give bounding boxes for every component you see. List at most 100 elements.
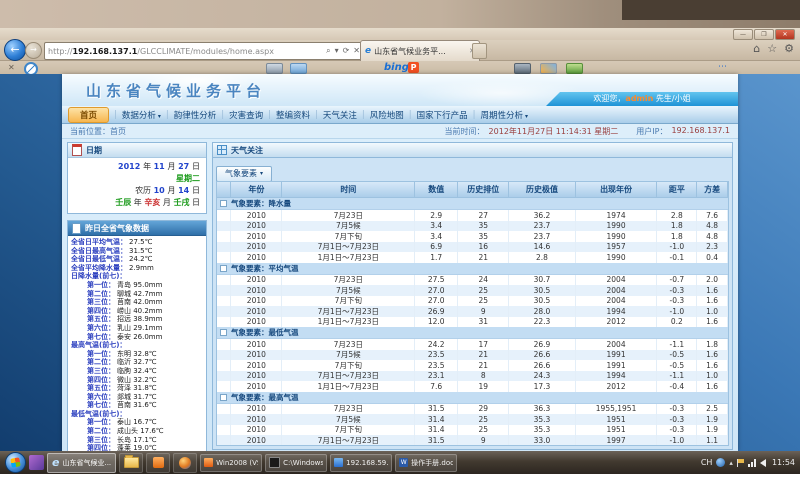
back-button[interactable]: ← (4, 39, 26, 61)
taskbar-app2-button[interactable] (146, 453, 170, 473)
nav-separator: | (315, 110, 318, 120)
favorites-star-icon[interactable]: ☆ (767, 42, 777, 55)
table-row[interactable]: 20101月1日～7月23日7.61917.32012-0.41.6 (217, 381, 728, 392)
address-bar[interactable]: http://192.168.137.1/GLCCLIMATE/modules/… (44, 42, 364, 60)
taskbar-explorer-button[interactable] (119, 453, 143, 473)
addon-send-icon[interactable] (290, 63, 307, 74)
table-row[interactable]: 20101月1日～7月23日1.7212.81990-0.10.4 (217, 252, 728, 263)
tab-title: 山东省气候业务平... (374, 46, 446, 57)
taskbar-app-icon[interactable] (29, 455, 44, 470)
nav-item-7[interactable]: 国家下行产品 (417, 109, 468, 121)
addon-extension-icon[interactable] (566, 63, 583, 74)
nav-item-0[interactable]: 首页 (68, 107, 109, 123)
hidden-icons-arrow[interactable]: ▴ (729, 459, 733, 467)
expand-checkbox[interactable] (220, 394, 227, 401)
chevron-down-icon[interactable]: ▾ (335, 46, 339, 56)
table-row[interactable]: 20107月下旬23.52126.61991-0.51.6 (217, 360, 728, 371)
table-row[interactable]: 20107月5候31.42535.31951-0.31.9 (217, 414, 728, 425)
table-cell: 1991 (576, 350, 658, 361)
nav-item-3[interactable]: 灾害查询 (229, 109, 263, 121)
more-addons-icon[interactable]: ⋯ (718, 61, 728, 74)
table-cell: 14.6 (509, 242, 575, 253)
table-row[interactable]: 20101月1日～7月23日12.03122.320120.21.6 (217, 317, 728, 328)
browser-tab[interactable]: e 山东省气候业务平... ✕ (360, 40, 480, 61)
table-cell: 25 (458, 296, 509, 307)
nav-separator: | (114, 110, 117, 120)
new-tab-button[interactable] (472, 43, 487, 59)
table-cell: -0.1 (657, 252, 697, 263)
volume-icon[interactable] (760, 459, 766, 467)
taskbar-window-2[interactable]: 192.168.59.99... (330, 454, 392, 472)
bing-pinyin-icon[interactable]: P (408, 62, 419, 73)
taskbar-clock[interactable]: 11:54 (772, 458, 795, 467)
close-button[interactable]: ✕ (775, 29, 795, 40)
taskbar-ie-window[interactable]: e 山东省气候业... (47, 453, 116, 473)
table-cell: 33.0 (509, 435, 575, 446)
table-cell: 6.9 (415, 242, 458, 253)
gear-icon[interactable]: ⚙ (784, 42, 794, 55)
search-icon[interactable]: ⌕ (326, 46, 330, 56)
weather-line: 第六位：郯城 31.7℃ (71, 393, 203, 402)
taskbar-mediaplayer-button[interactable] (173, 453, 197, 473)
table-row[interactable]: 20107月下旬3.43523.719901.84.8 (217, 231, 728, 242)
table-row[interactable]: 20107月下旬31.42535.31951-0.31.9 (217, 425, 728, 436)
table-cell: 7月1日～7月23日 (282, 242, 415, 253)
taskbar-window-0[interactable]: Win2008 (VS2... (200, 454, 262, 472)
table-group-row[interactable]: 气象要素：平均气温 (217, 263, 728, 275)
forward-button[interactable]: → (25, 42, 42, 59)
table-row[interactable]: 20107月1日～7月23日23.1824.31994-1.11.0 (217, 371, 728, 382)
network-icon[interactable] (748, 459, 756, 467)
maximize-button[interactable]: ❐ (754, 29, 774, 40)
addon-camera-icon[interactable] (514, 63, 531, 74)
table-row[interactable]: 20107月下旬27.02530.52004-0.31.6 (217, 296, 728, 307)
table-row[interactable]: 20107月5候27.02530.52004-0.31.6 (217, 285, 728, 296)
addon-card-icon[interactable] (266, 63, 283, 74)
time-value: 2012年11月27日 11:14:31 星期二 (489, 126, 619, 137)
table-row[interactable]: 20107月1日～7月23日31.5933.01997-1.01.1 (217, 435, 728, 446)
ie-window-title: 山东省气候业... (62, 458, 111, 468)
expand-checkbox[interactable] (220, 329, 227, 336)
table-row[interactable]: 20107月5候23.52126.61991-0.51.6 (217, 350, 728, 361)
table-row[interactable]: 20107月23日2.92736.219742.87.6 (217, 210, 728, 221)
table-row[interactable]: 20107月1日～7月23日6.91614.61957-1.02.3 (217, 242, 728, 253)
url-path: /GLCCLIMATE/modules/home.aspx (137, 47, 274, 56)
table-row[interactable]: 20107月23日27.52430.72004-0.72.0 (217, 275, 728, 286)
action-center-flag-icon[interactable] (737, 459, 744, 467)
nav-item-2[interactable]: 韵律性分析 (174, 109, 217, 121)
table-row[interactable]: 20107月1日～7月23日26.9928.01994-1.01.0 (217, 306, 728, 317)
taskbar-window-3[interactable]: W操作手册.docx ... (395, 454, 457, 472)
weather-line: 第二位：聊城 42.7mm (71, 290, 203, 299)
commandbar-close-icon[interactable]: ✕ (8, 61, 15, 74)
stop-icon[interactable]: ✕ (353, 46, 360, 56)
table-group-row[interactable]: 气象要素：最低气温 (217, 327, 728, 339)
table-row[interactable]: 20107月23日31.52936.31955,1951-0.32.5 (217, 404, 728, 415)
minimize-button[interactable]: — (733, 29, 753, 40)
nav-item-1[interactable]: 数据分析 ▾ (122, 109, 161, 121)
nav-item-4[interactable]: 整编资料 (276, 109, 310, 121)
bing-logo[interactable]: bing (384, 61, 409, 74)
table-cell: 2010 (231, 306, 282, 317)
start-button[interactable] (5, 452, 26, 473)
taskbar-window-1[interactable]: C:\Windows\s... (265, 454, 327, 472)
element-filter-button[interactable]: 气象要素 ▾ (216, 166, 272, 182)
expand-checkbox[interactable] (220, 200, 227, 207)
table-cell: 2.3 (697, 242, 728, 253)
ime-globe-icon[interactable] (716, 458, 725, 467)
addon-effects-icon[interactable] (540, 63, 557, 74)
table-row[interactable]: 20107月5候3.43523.719901.84.8 (217, 221, 728, 232)
table-cell: 1月1日～7月23日 (282, 252, 415, 263)
nav-item-8[interactable]: 周期性分析 ▾ (481, 109, 528, 121)
refresh-icon[interactable]: ⟳ (343, 46, 350, 56)
table-group-row[interactable]: 气象要素：降水量 (217, 198, 728, 210)
home-icon[interactable]: ⌂ (753, 42, 760, 55)
table-cell: 27.5 (415, 275, 458, 286)
nav-item-5[interactable]: 天气关注 (323, 109, 357, 121)
expand-checkbox[interactable] (220, 265, 227, 272)
table-group-row[interactable]: 气象要素：最高气温 (217, 392, 728, 404)
weather-line: 第三位：临朐 32.4℃ (71, 367, 203, 376)
time-label: 当前时间： (445, 126, 485, 137)
calendar-panel: 日期 2012 年 11 月 27 日星期二农历 10 月 14 日壬辰 年 辛… (67, 142, 207, 214)
language-indicator[interactable]: CH (701, 458, 713, 467)
table-row[interactable]: 20107月23日24.21726.92004-1.11.8 (217, 339, 728, 350)
nav-item-6[interactable]: 风险地图 (370, 109, 404, 121)
